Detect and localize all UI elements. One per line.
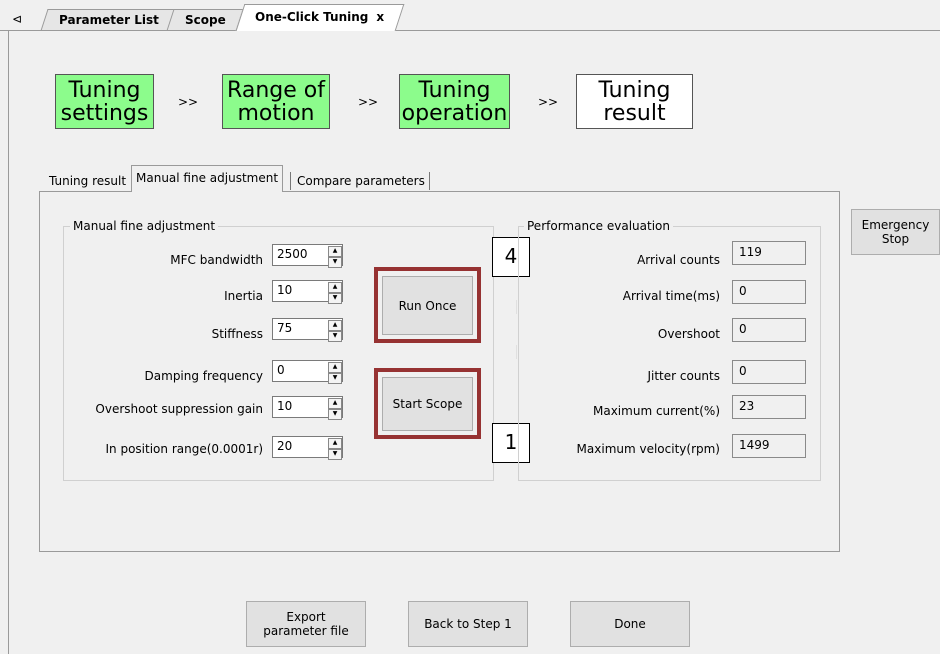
spin-down-icon[interactable]: ▼ xyxy=(328,331,342,342)
overshoot-value: 0 xyxy=(732,318,806,342)
window-left-border xyxy=(8,31,9,654)
in-position-range-spinbox[interactable]: 20 ▲ ▼ xyxy=(272,436,343,460)
step-tuning-result: Tuning result xyxy=(576,74,693,129)
tab-separator xyxy=(429,172,430,190)
value-text: 0 xyxy=(739,284,747,298)
spin-buttons: ▲ ▼ xyxy=(328,320,342,342)
emergency-stop-button[interactable]: Emergency Stop xyxy=(851,209,940,255)
value-text: 0 xyxy=(739,322,747,336)
spin-value: 2500 xyxy=(277,247,308,261)
maximum-current-value: 23 xyxy=(732,395,806,419)
inertia-spinbox[interactable]: 10 ▲ ▼ xyxy=(272,280,343,304)
value-text: 119 xyxy=(739,245,762,259)
tab-label: Scope xyxy=(184,13,226,27)
tab-separator xyxy=(290,172,291,190)
group-title: Manual fine adjustment xyxy=(70,219,219,233)
tab-compare-parameters[interactable]: Compare parameters xyxy=(292,168,430,192)
spin-value: 75 xyxy=(277,321,293,335)
spin-down-icon[interactable]: ▼ xyxy=(328,293,342,304)
maximum-velocity-value: 1499 xyxy=(732,434,806,458)
tab-scroll-left-icon[interactable]: ⊲ xyxy=(6,9,28,31)
done-button[interactable]: Done xyxy=(570,601,690,647)
value-text: 23 xyxy=(739,399,755,413)
spin-up-icon[interactable]: ▲ xyxy=(328,282,342,293)
jitter-counts-value: 0 xyxy=(732,360,806,384)
tab-label: Parameter List xyxy=(59,13,159,27)
spin-value: 10 xyxy=(277,283,293,297)
spin-up-icon[interactable]: ▲ xyxy=(328,398,342,409)
stiffness-label: Stiffness xyxy=(211,327,263,341)
stiffness-spinbox[interactable]: 75 ▲ ▼ xyxy=(272,318,343,342)
spin-buttons: ▲ ▼ xyxy=(328,282,342,304)
in-position-range-label: In position range(0.0001r) xyxy=(105,442,263,456)
separator xyxy=(516,300,517,314)
export-parameter-file-button[interactable]: Export parameter file xyxy=(246,601,366,647)
spin-down-icon[interactable]: ▼ xyxy=(328,449,342,460)
step-range-of-motion: Range of motion xyxy=(222,74,330,129)
tab-label: One-Click Tuning xyxy=(255,10,369,24)
spin-up-icon[interactable]: ▲ xyxy=(328,246,342,257)
spin-buttons: ▲ ▼ xyxy=(328,398,342,420)
spin-up-icon[interactable]: ▲ xyxy=(328,438,342,449)
step-arrow-icon: >> xyxy=(538,95,559,109)
arrival-time-value: 0 xyxy=(732,280,806,304)
value-text: 0 xyxy=(739,364,747,378)
arrival-time-label: Arrival time(ms) xyxy=(622,289,720,303)
spin-down-icon[interactable]: ▼ xyxy=(328,373,342,384)
group-title: Performance evaluation xyxy=(524,219,673,233)
spin-value: 10 xyxy=(277,399,293,413)
overshoot-suppression-gain-spinbox[interactable]: 10 ▲ ▼ xyxy=(272,396,343,420)
arrival-counts-value: 119 xyxy=(732,241,806,265)
maximum-velocity-label: Maximum velocity(rpm) xyxy=(576,442,720,456)
spin-up-icon[interactable]: ▲ xyxy=(328,362,342,373)
spin-up-icon[interactable]: ▲ xyxy=(328,320,342,331)
damping-frequency-label: Damping frequency xyxy=(144,369,263,383)
close-icon[interactable]: x xyxy=(377,10,385,24)
spin-buttons: ▲ ▼ xyxy=(328,246,342,268)
step-label: Range of motion xyxy=(227,77,325,126)
step-label: Tuning result xyxy=(598,77,671,126)
separator xyxy=(516,345,517,359)
step-label: Tuning settings xyxy=(60,77,149,126)
spin-buttons: ▲ ▼ xyxy=(328,362,342,384)
arrival-counts-label: Arrival counts xyxy=(637,253,720,267)
mfc-bandwidth-label: MFC bandwidth xyxy=(170,253,263,267)
step-tuning-settings: Tuning settings xyxy=(55,74,154,129)
tab-manual-fine-adjustment[interactable]: Manual fine adjustment xyxy=(131,165,284,192)
tab-parameter-list[interactable]: Parameter List xyxy=(40,9,178,31)
run-once-button[interactable]: Run Once xyxy=(382,276,473,335)
overshoot-suppression-gain-label: Overshoot suppression gain xyxy=(95,402,263,416)
tab-scope[interactable]: Scope xyxy=(166,9,244,31)
damping-frequency-spinbox[interactable]: 0 ▲ ▼ xyxy=(272,360,343,384)
mfc-bandwidth-spinbox[interactable]: 2500 ▲ ▼ xyxy=(272,244,343,268)
step-label: Tuning operation xyxy=(401,77,508,126)
overshoot-label: Overshoot xyxy=(657,327,720,341)
back-to-step-1-button[interactable]: Back to Step 1 xyxy=(408,601,528,647)
tab-tuning-result[interactable]: Tuning result xyxy=(44,168,131,192)
step-tuning-operation: Tuning operation xyxy=(399,74,510,129)
tab-strip-divider xyxy=(0,30,940,31)
spin-value: 0 xyxy=(277,363,285,377)
step-arrow-icon: >> xyxy=(358,95,379,109)
step-arrow-icon: >> xyxy=(178,95,199,109)
tab-one-click-tuning[interactable]: One-Click Tuning x xyxy=(235,4,405,31)
spin-value: 20 xyxy=(277,439,293,453)
spin-buttons: ▲ ▼ xyxy=(328,438,342,460)
maximum-current-label: Maximum current(%) xyxy=(593,404,720,418)
jitter-counts-label: Jitter counts xyxy=(647,369,720,383)
start-scope-button[interactable]: Start Scope xyxy=(382,377,473,431)
value-text: 1499 xyxy=(739,438,770,452)
inertia-label: Inertia xyxy=(224,289,263,303)
spin-down-icon[interactable]: ▼ xyxy=(328,257,342,268)
spin-down-icon[interactable]: ▼ xyxy=(328,409,342,420)
